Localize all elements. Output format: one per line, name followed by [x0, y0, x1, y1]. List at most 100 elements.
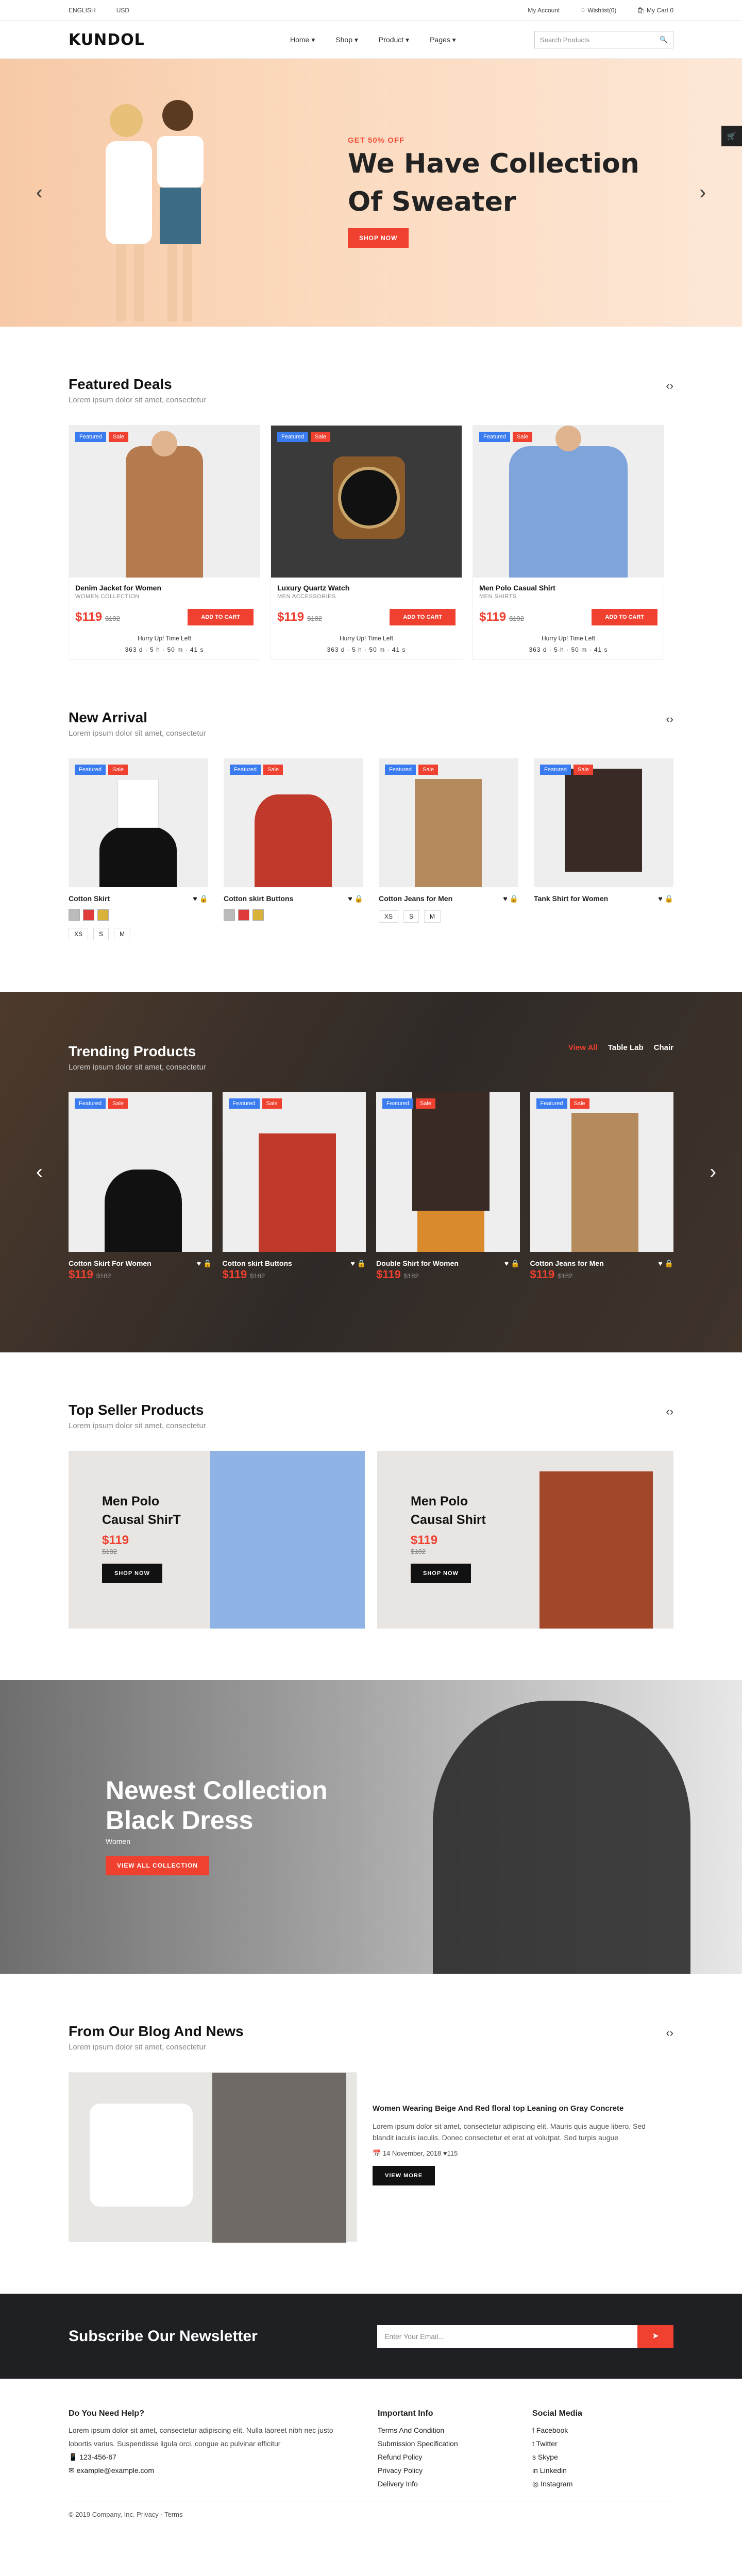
blog-image[interactable] — [69, 2072, 357, 2243]
currency-select[interactable]: USD — [116, 7, 129, 14]
size-option[interactable]: S — [403, 910, 419, 923]
email-field[interactable]: Enter Your Email... — [377, 2325, 637, 2348]
size-option[interactable]: XS — [69, 928, 89, 940]
footer-link[interactable]: Terms And Condition — [378, 2424, 532, 2437]
size-option[interactable]: XS — [379, 910, 399, 923]
color-swatch[interactable] — [69, 909, 80, 921]
view-collection-button[interactable]: VIEW ALL COLLECTION — [106, 1856, 209, 1875]
my-account-link[interactable]: My Account — [528, 7, 560, 14]
product-name[interactable]: Cotton Skirt — [69, 894, 110, 903]
social-facebook[interactable]: f Facebook — [532, 2424, 582, 2437]
top-seller-card[interactable]: Men Polo Causal Shirt $119 $182 SHOP NOW — [377, 1451, 673, 1629]
product-name[interactable]: Double Shirt for Women — [376, 1259, 459, 1268]
color-swatch[interactable] — [252, 909, 264, 921]
color-swatch[interactable] — [224, 909, 235, 921]
product-card[interactable]: Featured Sale Cotton skirt Buttons ♥ 🔒 — [224, 758, 363, 940]
wishlist-icon[interactable]: ♥ 🔒 — [350, 1259, 366, 1268]
tab-view-all[interactable]: View All — [568, 1043, 598, 1052]
deal-card[interactable]: Featured Sale Men Polo Casual Shirt MEN S… — [473, 425, 664, 660]
product-name[interactable]: Cotton Jeans for Men — [530, 1259, 604, 1268]
social-twitter[interactable]: t Twitter — [532, 2437, 582, 2450]
wishlist-icon[interactable]: ♥ 🔒 — [193, 894, 208, 903]
view-more-button[interactable]: VIEW MORE — [373, 2166, 435, 2185]
footer-link[interactable]: Submission Specification — [378, 2437, 532, 2450]
deal-card[interactable]: Featured Sale Denim Jacket for Women WOME… — [69, 425, 260, 660]
product-name[interactable]: Denim Jacket for Women — [75, 584, 254, 592]
product-image: Featured Sale — [222, 1092, 366, 1252]
size-option[interactable]: M — [424, 910, 441, 923]
wishlist-link[interactable]: ♡ Wishlist(0) — [580, 7, 616, 14]
language-select[interactable]: ENGLISH — [69, 7, 96, 14]
size-option[interactable]: S — [93, 928, 109, 940]
logo[interactable]: KUNDOL — [69, 31, 275, 49]
old-price: $182 — [509, 615, 524, 622]
color-swatch[interactable] — [97, 909, 109, 921]
footer-link[interactable]: Delivery Info — [378, 2477, 532, 2490]
product-card[interactable]: Featured Sale Double Shirt for Women ♥ 🔒 $… — [376, 1092, 520, 1281]
product-card[interactable]: Featured Sale Cotton Jeans for Men ♥ 🔒 XS S… — [379, 758, 518, 940]
nav-shop[interactable]: Shop ▾ — [335, 36, 358, 44]
cart-side-icon[interactable]: 🛒 — [721, 126, 742, 146]
product-card[interactable]: Featured Sale Cotton Skirt ♥ 🔒 XS S M — [69, 758, 208, 940]
search-icon[interactable]: 🔍 — [660, 36, 668, 44]
add-to-cart-button[interactable]: ADD TO CART — [188, 609, 254, 625]
wishlist-icon[interactable]: ♥ 🔒 — [197, 1259, 212, 1268]
product-category: MEN ACCESSORIES — [277, 594, 336, 600]
color-swatch[interactable] — [238, 909, 249, 921]
trend-prev-arrow[interactable]: ‹ — [36, 1161, 43, 1183]
hero-prev-arrow[interactable]: ‹ — [36, 182, 43, 204]
sale-badge: Sale — [569, 1098, 589, 1109]
color-swatch[interactable] — [83, 909, 94, 921]
tab-table-lab[interactable]: Table Lab — [608, 1043, 644, 1052]
copyright: © 2019 Company, Inc. Privacy · Terms — [69, 2501, 673, 2528]
shop-now-button[interactable]: SHOP NOW — [348, 228, 409, 248]
footer-phone[interactable]: 123-456-67 — [79, 2453, 116, 2461]
product-name[interactable]: Tank Shirt for Women — [534, 894, 608, 903]
cart-link[interactable]: 🛍 My Cart 0 — [637, 7, 673, 14]
product-name[interactable]: Cotton skirt Buttons — [224, 894, 293, 903]
carousel-arrows-icon[interactable]: ‹› — [666, 713, 673, 726]
hero-next-arrow[interactable]: › — [699, 182, 706, 204]
wishlist-icon[interactable]: ♥ 🔒 — [504, 1259, 520, 1268]
footer-email[interactable]: example@example.com — [77, 2466, 154, 2475]
product-card[interactable]: Featured Sale Cotton Jeans for Men ♥ 🔒 $11… — [530, 1092, 673, 1281]
search-input[interactable]: Search Products 🔍 — [534, 31, 673, 48]
product-name[interactable]: Luxury Quartz Watch — [277, 584, 456, 592]
trend-next-arrow[interactable]: › — [710, 1161, 716, 1183]
tab-chair[interactable]: Chair — [654, 1043, 673, 1052]
wishlist-icon[interactable]: ♥ 🔒 — [348, 894, 363, 903]
social-instagram[interactable]: ◎ Instagram — [532, 2477, 582, 2490]
product-name[interactable]: Cotton skirt Buttons — [223, 1259, 292, 1268]
product-card[interactable]: Featured Sale Cotton skirt Buttons ♥ 🔒 $11… — [222, 1092, 366, 1281]
product-card[interactable]: Featured Sale Tank Shirt for Women ♥ 🔒 — [534, 758, 673, 940]
nav-product[interactable]: Product ▾ — [379, 36, 409, 44]
product-image: Featured Sale — [534, 758, 673, 887]
add-to-cart-button[interactable]: ADD TO CART — [592, 609, 657, 625]
product-image: Featured Sale — [69, 1092, 212, 1252]
shop-now-button[interactable]: SHOP NOW — [102, 1564, 162, 1583]
product-name[interactable]: Men Polo Casual Shirt — [479, 584, 657, 592]
wishlist-icon[interactable]: ♥ 🔒 — [503, 894, 518, 903]
product-card[interactable]: Featured Sale Cotton Skirt For Women ♥ 🔒 $… — [69, 1092, 212, 1281]
product-name[interactable]: Cotton Skirt For Women — [69, 1259, 151, 1268]
shop-now-button[interactable]: SHOP NOW — [411, 1564, 471, 1583]
wishlist-icon[interactable]: ♥ 🔒 — [658, 894, 673, 903]
nav-home[interactable]: Home ▾ — [290, 36, 315, 44]
nav-pages[interactable]: Pages ▾ — [430, 36, 456, 44]
top-seller-card[interactable]: Men Polo Causal ShirT $119 $182 SHOP NOW — [69, 1451, 365, 1629]
social-linkedin[interactable]: in Linkedin — [532, 2464, 582, 2477]
blog-post-title[interactable]: Women Wearing Beige And Red floral top L… — [373, 2103, 651, 2114]
send-icon[interactable]: ➤ — [637, 2325, 673, 2348]
carousel-arrows-icon[interactable]: ‹› — [666, 1405, 673, 1418]
wishlist-icon[interactable]: ♥ 🔒 — [658, 1259, 673, 1268]
size-option[interactable]: M — [114, 928, 131, 940]
product-name[interactable]: Cotton Jeans for Men — [379, 894, 452, 903]
deal-card[interactable]: Featured Sale Luxury Quartz Watch MEN ACC… — [271, 425, 462, 660]
footer-link[interactable]: Privacy Policy — [378, 2464, 532, 2477]
carousel-arrows-icon[interactable]: ‹› — [666, 379, 673, 393]
footer-link[interactable]: Refund Policy — [378, 2450, 532, 2464]
add-to-cart-button[interactable]: ADD TO CART — [390, 609, 456, 625]
carousel-arrows-icon[interactable]: ‹› — [666, 2026, 673, 2040]
social-skype[interactable]: s Skype — [532, 2450, 582, 2464]
heart-icon: ♡ — [580, 7, 588, 14]
